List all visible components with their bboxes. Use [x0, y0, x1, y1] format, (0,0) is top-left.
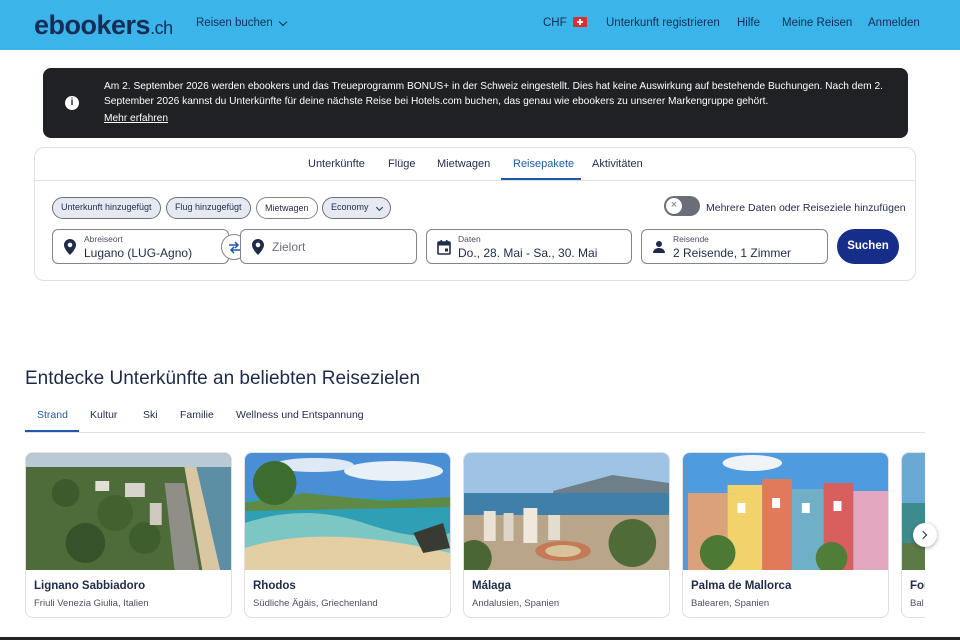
cabin-class-label: Economy: [331, 202, 369, 212]
trips-menu-label: Reisen buchen: [196, 17, 273, 29]
tab-culture[interactable]: Kultur: [90, 409, 117, 421]
destination-card[interactable]: Lignano Sabbiadoro Friuli Venezia Giulia…: [25, 452, 232, 618]
swiss-flag-icon: [572, 17, 587, 27]
travelers-value: 2 Reisende, 1 Zimmer: [673, 246, 792, 260]
dates-field[interactable]: Daten Do., 28. Mai - Sa., 30. Mai: [426, 229, 632, 264]
chevron-down-icon: [278, 17, 287, 26]
section-title: Entdecke Unterkünfte an beliebten Reisez…: [25, 368, 421, 389]
tab-family[interactable]: Familie: [180, 409, 214, 421]
search-tabs: Unterkünfte Flüge Mietwagen Reisepakete …: [35, 148, 915, 181]
destination-card[interactable]: Palma de Mallorca Balearen, Spanien: [682, 452, 889, 618]
origin-field[interactable]: Abreiseort Lugano (LUG-Agno): [52, 229, 229, 264]
location-pin-icon: [252, 239, 264, 255]
chip-car[interactable]: Mietwagen: [256, 197, 318, 219]
tab-flights[interactable]: Flüge: [388, 158, 416, 170]
destination-region: Südliche Ägäis, Griechenland: [253, 598, 378, 609]
chip-flight-added[interactable]: Flug hinzugefügt: [166, 197, 251, 219]
location-pin-icon: [64, 239, 76, 255]
chevron-right-icon: [918, 530, 928, 540]
tab-wellness[interactable]: Wellness und Entspannung: [236, 409, 364, 421]
multi-destination-toggle[interactable]: ×: [664, 196, 700, 216]
notice-banner: i Am 2. September 2026 werden ebookers u…: [43, 68, 908, 138]
top-header: ebookers.ch Reisen buchen CHF Unterkunft…: [0, 0, 960, 50]
destination-region: Friuli Venezia Giulia, Italien: [34, 598, 149, 609]
close-icon: ×: [666, 198, 682, 214]
chevron-down-icon: [375, 203, 383, 212]
destination-name: Lignano Sabbiadoro: [34, 580, 146, 592]
tab-activities[interactable]: Aktivitäten: [592, 158, 643, 170]
destination-field[interactable]: Zielort: [240, 229, 417, 264]
destination-placeholder: Zielort: [272, 240, 306, 254]
active-tab-indicator: [501, 178, 581, 180]
destination-region: Balearen, Spanien: [691, 598, 770, 609]
destination-name: For: [910, 580, 925, 592]
destination-card[interactable]: Rhodos Südliche Ägäis, Griechenland: [244, 452, 451, 618]
tab-packages[interactable]: Reisepakete: [513, 158, 574, 170]
tab-stays[interactable]: Unterkünfte: [308, 158, 365, 170]
person-icon: [653, 241, 665, 253]
sign-in-link[interactable]: Anmelden: [868, 17, 920, 29]
learn-more-link[interactable]: Mehr erfahren: [104, 113, 168, 124]
dates-label: Daten: [458, 234, 481, 244]
register-property-link[interactable]: Unterkunft registrieren: [606, 17, 720, 29]
destination-name: Palma de Mallorca: [691, 580, 792, 592]
destination-name: Málaga: [472, 580, 511, 592]
currency-selector[interactable]: CHF: [543, 17, 587, 29]
search-form: Unterkünfte Flüge Mietwagen Reisepakete …: [34, 147, 916, 281]
destination-photo: [26, 453, 231, 570]
multi-destination-label: Mehrere Daten oder Reiseziele hinzufügen: [706, 202, 906, 214]
info-icon: i: [65, 96, 79, 110]
destination-region: Andalusien, Spanien: [472, 598, 560, 609]
destination-photo: [902, 453, 925, 570]
destination-photo: [245, 453, 450, 570]
destination-photo: [683, 453, 888, 570]
travelers-label: Reisende: [673, 234, 709, 244]
cabin-class-select[interactable]: Economy: [322, 197, 391, 219]
chip-stay-added[interactable]: Unterkunft hinzugefügt: [52, 197, 161, 219]
currency-label: CHF: [543, 17, 567, 29]
destination-region: Bal: [910, 598, 924, 609]
trips-menu[interactable]: Reisen buchen: [196, 17, 287, 29]
my-trips-link[interactable]: Meine Reisen: [782, 17, 852, 29]
category-tabs: Strand Kultur Ski Familie Wellness und E…: [25, 400, 925, 433]
help-link[interactable]: Hilfe: [737, 17, 760, 29]
origin-label: Abreiseort: [84, 234, 123, 244]
travelers-field[interactable]: Reisende 2 Reisende, 1 Zimmer: [641, 229, 828, 264]
active-tab-indicator: [25, 430, 79, 432]
notice-message: Am 2. September 2026 werden ebookers und…: [104, 81, 883, 107]
destination-photo: [464, 453, 669, 570]
origin-value: Lugano (LUG-Agno): [84, 246, 193, 260]
dates-value: Do., 28. Mai - Sa., 30. Mai: [458, 246, 598, 260]
tab-beach[interactable]: Strand: [37, 409, 68, 421]
carousel-next-button[interactable]: [913, 523, 937, 547]
destination-card[interactable]: Málaga Andalusien, Spanien: [463, 452, 670, 618]
tab-ski[interactable]: Ski: [143, 409, 158, 421]
tab-cars[interactable]: Mietwagen: [437, 158, 490, 170]
calendar-icon: [437, 240, 451, 255]
ebookers-logo[interactable]: ebookers.ch: [34, 10, 173, 41]
destination-name: Rhodos: [253, 580, 296, 592]
search-button[interactable]: Suchen: [837, 229, 899, 264]
